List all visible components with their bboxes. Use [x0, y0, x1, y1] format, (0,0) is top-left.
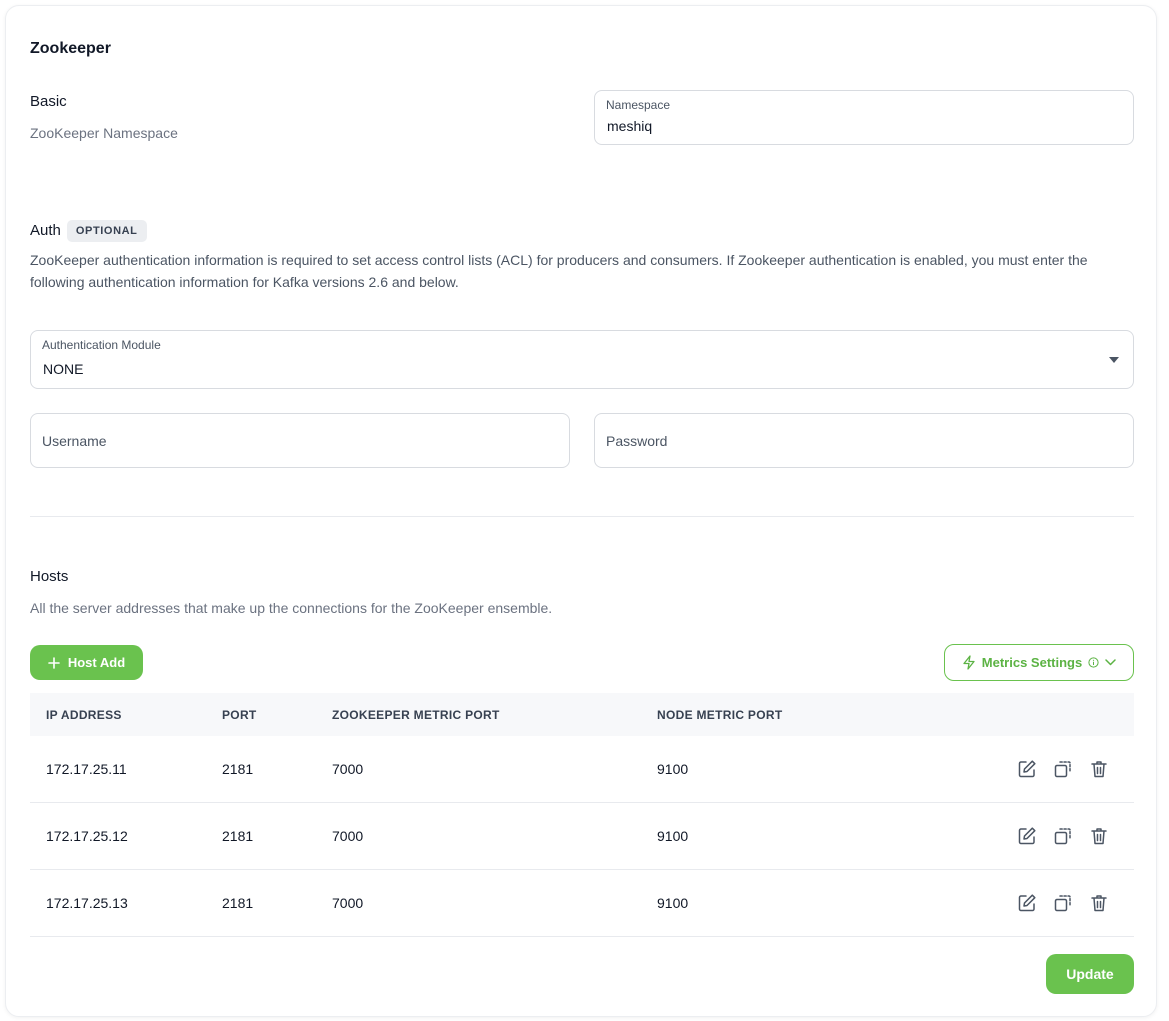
caret-down-icon: [1109, 357, 1119, 363]
auth-section-header: Auth OPTIONAL: [30, 220, 147, 242]
trash-icon[interactable]: [1088, 758, 1110, 780]
trash-icon[interactable]: [1088, 825, 1110, 847]
cell-ip-address: 172.17.25.13: [46, 895, 128, 911]
cell-zookeeper-metric-port: 7000: [332, 761, 364, 777]
namespace-field[interactable]: Namespace meshiq: [594, 90, 1134, 145]
namespace-value[interactable]: meshiq: [607, 118, 652, 134]
auth-description: ZooKeeper authentication information is …: [30, 252, 1088, 290]
host-add-button[interactable]: Host Add: [30, 645, 143, 680]
copy-icon[interactable]: [1052, 892, 1074, 914]
host-add-label: Host Add: [67, 655, 126, 670]
metrics-settings-label: Metrics Settings: [981, 655, 1083, 670]
cell-port: 2181: [222, 761, 254, 777]
trash-icon[interactable]: [1088, 892, 1110, 914]
namespace-label: Namespace: [606, 98, 671, 112]
hosts-table: IP ADDRESS PORT ZOOKEEPER METRIC PORT NO…: [30, 693, 1134, 937]
column-header-node-metric-port[interactable]: NODE METRIC PORT: [657, 708, 782, 722]
cell-ip-address: 172.17.25.11: [46, 761, 127, 777]
column-header-port[interactable]: PORT: [222, 708, 257, 722]
cell-node-metric-port: 9100: [657, 761, 689, 777]
plus-icon: [48, 656, 60, 669]
row-actions: [1016, 825, 1110, 847]
page-title: Zookeeper: [30, 40, 111, 57]
cell-ip-address: 172.17.25.12: [46, 828, 128, 844]
username-placeholder: Username: [42, 433, 107, 449]
authentication-module-label: Authentication Module: [42, 338, 161, 352]
password-placeholder: Password: [606, 433, 668, 449]
cell-port: 2181: [222, 828, 254, 844]
basic-section-title: Basic: [30, 93, 67, 110]
row-actions: [1016, 758, 1110, 780]
cell-port: 2181: [222, 895, 254, 911]
basic-section-subtitle: ZooKeeper Namespace: [30, 125, 178, 141]
optional-badge: OPTIONAL: [66, 220, 147, 242]
cell-zookeeper-metric-port: 7000: [332, 895, 364, 911]
edit-icon[interactable]: [1016, 825, 1038, 847]
info-icon: [1088, 657, 1099, 668]
section-divider: [30, 516, 1134, 517]
authentication-module-select[interactable]: Authentication Module NONE: [30, 330, 1134, 389]
copy-icon[interactable]: [1052, 825, 1074, 847]
column-header-ip-address[interactable]: IP ADDRESS: [46, 708, 122, 722]
row-actions: [1016, 892, 1110, 914]
metrics-settings-button[interactable]: Metrics Settings: [944, 644, 1134, 681]
hosts-description: All the server addresses that make up th…: [30, 600, 553, 616]
update-button[interactable]: Update: [1046, 954, 1134, 994]
copy-icon[interactable]: [1052, 758, 1074, 780]
edit-icon[interactable]: [1016, 758, 1038, 780]
table-row: 172.17.25.11 2181 7000 9100: [30, 736, 1134, 803]
cell-zookeeper-metric-port: 7000: [332, 828, 364, 844]
username-field[interactable]: Username: [30, 413, 570, 468]
authentication-module-value: NONE: [43, 361, 84, 377]
lightning-icon: [962, 655, 976, 670]
cell-node-metric-port: 9100: [657, 828, 689, 844]
auth-section-title: Auth: [30, 221, 61, 239]
table-header: IP ADDRESS PORT ZOOKEEPER METRIC PORT NO…: [30, 693, 1134, 736]
table-row: 172.17.25.13 2181 7000 9100: [30, 870, 1134, 937]
hosts-section-title: Hosts: [30, 568, 69, 585]
zookeeper-card: Zookeeper Basic ZooKeeper Namespace Name…: [5, 5, 1157, 1017]
cell-node-metric-port: 9100: [657, 895, 689, 911]
password-field[interactable]: Password: [594, 413, 1134, 468]
chevron-down-icon: [1105, 659, 1116, 666]
column-header-zookeeper-metric-port[interactable]: ZOOKEEPER METRIC PORT: [332, 708, 500, 722]
edit-icon[interactable]: [1016, 892, 1038, 914]
table-row: 172.17.25.12 2181 7000 9100: [30, 803, 1134, 870]
